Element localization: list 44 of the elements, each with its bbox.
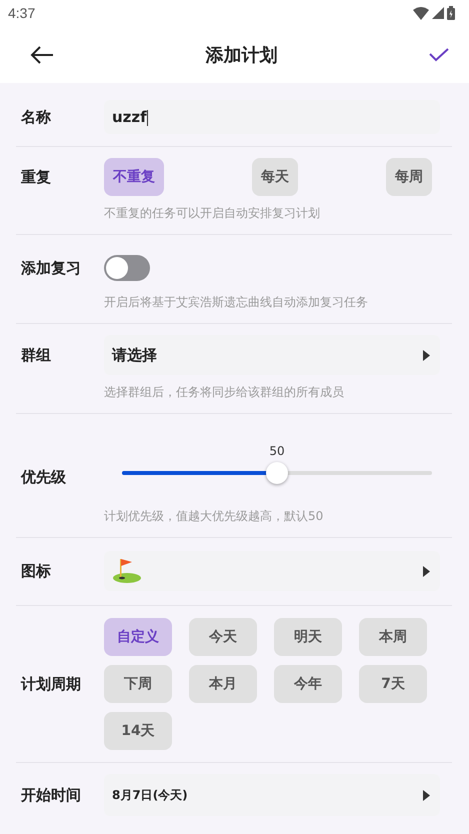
slider-thumb[interactable]: [266, 462, 288, 484]
toggle-switch[interactable]: [104, 255, 150, 281]
option-chip[interactable]: 本周: [359, 618, 427, 656]
icon-select-field[interactable]: [104, 551, 440, 591]
field-label: 计划周期: [20, 674, 82, 694]
option-chip[interactable]: 每周: [386, 158, 432, 196]
slider-value: 50: [269, 444, 285, 458]
field-label: 群组: [20, 344, 52, 366]
check-icon: [429, 48, 449, 62]
option-chip[interactable]: 下周: [104, 665, 172, 703]
caret-icon: [423, 790, 430, 800]
battery-icon: [447, 6, 455, 20]
option-chip[interactable]: 今天: [189, 618, 257, 656]
wifi-icon: [413, 6, 429, 20]
option-chip[interactable]: 14天: [104, 712, 172, 750]
signal-icon: [432, 7, 444, 19]
name-input[interactable]: uzzf: [104, 100, 440, 134]
option-chip[interactable]: 7天: [359, 665, 427, 703]
caret-icon: [423, 566, 430, 576]
caret-icon: [423, 350, 430, 360]
hint-text: 开启后将基于艾宾浩斯遗忘曲线自动添加复习任务: [104, 294, 369, 311]
select-field[interactable]: 8月7日(今天): [104, 774, 440, 816]
option-chip[interactable]: 每天: [252, 158, 298, 196]
field-label: 优先级: [20, 466, 67, 488]
field-label: 添加复习: [20, 258, 82, 278]
select-field[interactable]: 请选择: [104, 335, 440, 375]
option-chip[interactable]: 不重复: [104, 158, 164, 196]
option-chip[interactable]: 明天: [274, 618, 342, 656]
field-label: 图标: [20, 560, 52, 582]
field-label: 开始时间: [20, 784, 82, 806]
page-title: 添加计划: [206, 44, 278, 66]
option-chip[interactable]: 本月: [189, 665, 257, 703]
hint-text: 计划优先级，值越大优先级越高，默认50: [104, 508, 324, 525]
hint-text: 不重复的任务可以开启自动安排复习计划: [104, 205, 321, 222]
option-chip[interactable]: 今年: [274, 665, 342, 703]
back-button[interactable]: [30, 44, 54, 64]
field-label: 重复: [20, 166, 52, 188]
back-arrow-icon: [30, 44, 54, 64]
golf-flag-icon: [112, 558, 142, 584]
field-label: 名称: [20, 106, 52, 128]
status-time: 4:37: [8, 5, 36, 21]
confirm-button[interactable]: [429, 48, 449, 62]
hint-text: 选择群组后，任务将同步给该群组的所有成员: [104, 384, 345, 401]
option-chip[interactable]: 自定义: [104, 618, 172, 656]
